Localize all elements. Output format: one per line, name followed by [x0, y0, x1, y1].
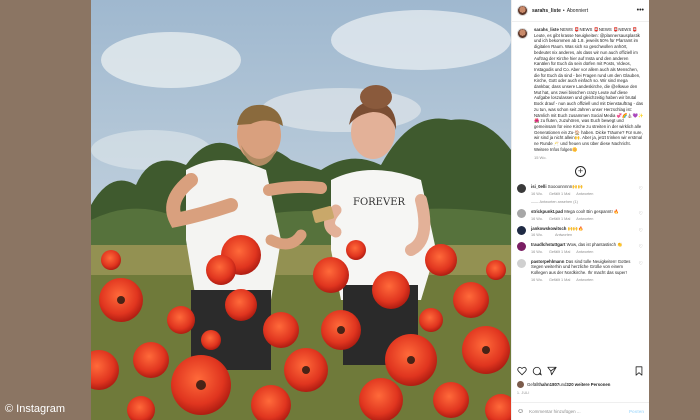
comment-time: 16 Wo.: [531, 277, 543, 282]
comment-meta: 16 Wo. Gefällt 1 Mal Antworten: [531, 250, 639, 254]
caption-text: sarahs_liste NEWS 📮NEWS 📮NEWS 📮NEWS 📮 Le…: [534, 27, 644, 152]
caption-username[interactable]: sarahs_liste: [534, 27, 559, 32]
comment-message: Soooonnnnn🙌🙌: [547, 184, 583, 190]
comment-text: pastorpehlmann Das sind tolle Neuigkeite…: [531, 259, 639, 276]
more-horizontal-icon[interactable]: •••: [637, 7, 644, 14]
comment-body: pastorpehlmann Das sind tolle Neuigkeite…: [531, 259, 639, 282]
comment-item: isi_0elli Soooonnnnn🙌🙌 16 Wo. Gefällt 1 Ma…: [517, 184, 644, 196]
comment-text: isi_0elli Soooonnnnn🙌🙌: [531, 184, 639, 190]
comment-text: traudlchstuttgart Wow, das ist phantasti…: [531, 242, 639, 248]
comment-time: 16 Wo.: [531, 249, 543, 254]
comment-message: Wow, das ist phantastisch 👏: [566, 242, 623, 248]
comment-time: 16 Wo.: [531, 216, 543, 221]
comment-item: traudlchstuttgart Wow, das ist phantasti…: [517, 242, 644, 254]
comment-meta: 16 Wo. Gefällt 1 Mal Antworten: [531, 192, 639, 196]
comment-avatar[interactable]: [517, 209, 526, 219]
caption-body: NEWS 📮NEWS 📮NEWS 📮NEWS 📮 Leute, es gibt …: [534, 27, 644, 152]
instagram-credit: © Instagram: [5, 403, 66, 415]
comment-input[interactable]: [529, 409, 620, 414]
comment-list: isi_0elli Soooonnnnn🙌🙌 16 Wo. Gefällt 1 Ma…: [517, 184, 644, 282]
comment-meta: 16 Wo. Gefällt 1 Mal Antworten: [531, 217, 639, 221]
instagram-post-window: FOREVER sarahs_liste • Abonniert ••• sar…: [91, 0, 649, 420]
comment-reply-button[interactable]: Antworten: [576, 192, 593, 196]
paper-plane-icon[interactable]: [547, 366, 557, 376]
comment-reply-button[interactable]: Antworten: [576, 217, 593, 221]
comment-avatar[interactable]: [517, 225, 526, 235]
post-photo[interactable]: FOREVER: [91, 0, 511, 420]
comment-icon[interactable]: [532, 366, 542, 376]
comment-heart-icon[interactable]: ♡: [639, 211, 643, 217]
follow-status[interactable]: Abonniert: [567, 8, 588, 14]
comment-avatar[interactable]: [517, 184, 526, 194]
comment-username[interactable]: isi_0elli: [531, 184, 547, 189]
post-photo-image: FOREVER: [91, 0, 511, 420]
comment-time: 16 Wo.: [531, 233, 543, 238]
comment-item: jankowskowitsch 🙌🙌🔥 16 Wo. Antworten ♡: [517, 225, 644, 238]
comment-reply-button[interactable]: Antworten: [576, 278, 593, 282]
likes-prefix: Gefällt: [527, 382, 540, 387]
comment-likes[interactable]: Gefällt 1 Mal: [549, 192, 570, 196]
caption: sarahs_liste NEWS 📮NEWS 📮NEWS 📮NEWS 📮 Le…: [517, 27, 644, 152]
comment-meta: 16 Wo. Gefällt 1 Mal Antworten: [531, 278, 639, 282]
comment-item: strickpunkt.pad Mega cool! Bin gespannt!…: [517, 209, 644, 221]
likes-middle: und: [559, 382, 567, 387]
avatar[interactable]: [517, 5, 528, 16]
comment-body: strickpunkt.pad Mega cool! Bin gespannt!…: [531, 209, 639, 221]
smiley-icon[interactable]: ☺: [517, 408, 524, 415]
header-username[interactable]: sarahs_liste: [532, 8, 561, 14]
comment-likes[interactable]: Gefällt 1 Mal: [549, 278, 570, 282]
comment-avatar[interactable]: [517, 258, 526, 268]
comment-username[interactable]: jankowskowitsch: [531, 226, 566, 231]
comment-reply-button[interactable]: Antworten: [555, 233, 572, 237]
comment-body: jankowskowitsch 🙌🙌🔥 16 Wo. Antworten: [531, 226, 639, 238]
post-button[interactable]: Posten: [629, 409, 644, 414]
likes-user[interactable]: hahn1807: [539, 382, 559, 387]
post-date: 1. JULI: [517, 391, 530, 395]
comment-heart-icon[interactable]: ♡: [639, 261, 643, 267]
comment-text: strickpunkt.pad Mega cool! Bin gespannt!…: [531, 209, 639, 215]
likes-line: Gefällt hahn1807 und 320 weitere Persone…: [517, 381, 644, 388]
view-replies-link[interactable]: —— Antworten ansehen (1): [531, 200, 644, 204]
comment-heart-icon[interactable]: ♡: [639, 228, 643, 234]
view-replies-label[interactable]: Antworten ansehen (1): [539, 200, 577, 204]
comment-time: 16 Wo.: [531, 192, 543, 197]
comment-username[interactable]: traudlchstuttgart: [531, 242, 565, 247]
comment-item: pastorpehlmann Das sind tolle Neuigkeite…: [517, 258, 644, 282]
comment-meta: 16 Wo. Antworten: [531, 233, 639, 237]
comment-username[interactable]: pastorpehlmann: [531, 259, 564, 264]
caption-time: 15 Wo.: [534, 155, 547, 161]
comment-reply-button[interactable]: Antworten: [576, 250, 593, 254]
comment-heart-icon[interactable]: ♡: [639, 186, 643, 192]
liker-avatar[interactable]: [517, 381, 524, 388]
comment-message: 🙌🙌🔥: [567, 225, 584, 231]
comment-body: isi_0elli Soooonnnnn🙌🙌 16 Wo. Gefällt 1 Ma…: [531, 184, 639, 196]
heart-icon[interactable]: [517, 366, 527, 376]
plus-circle-icon[interactable]: +: [575, 166, 586, 178]
comment-heart-icon[interactable]: ♡: [639, 244, 643, 250]
comment-text: jankowskowitsch 🙌🙌🔥: [531, 226, 639, 232]
comments-scroll-area[interactable]: sarahs_liste NEWS 📮NEWS 📮NEWS 📮NEWS 📮 Le…: [512, 22, 649, 362]
action-bar: [517, 366, 644, 376]
add-comment-bar: ☺ Posten: [512, 402, 649, 420]
comment-likes[interactable]: Gefällt 1 Mal: [549, 250, 570, 254]
comment-likes[interactable]: Gefällt 1 Mal: [549, 217, 570, 221]
post-side-panel: sarahs_liste • Abonniert ••• sarahs_list…: [511, 0, 649, 420]
caption-avatar[interactable]: [517, 28, 528, 39]
comment-username[interactable]: strickpunkt.pad: [531, 209, 563, 214]
separator-dot: •: [562, 7, 565, 14]
comment-body: traudlchstuttgart Wow, das ist phantasti…: [531, 242, 639, 254]
bookmark-icon[interactable]: [634, 366, 644, 376]
comment-message: Mega cool! Bin gespannt! 🔥: [564, 209, 620, 215]
likes-rest[interactable]: 320 weitere Personen: [566, 382, 610, 387]
post-header: sarahs_liste • Abonniert •••: [512, 0, 649, 22]
svg-text:FOREVER: FOREVER: [353, 197, 405, 208]
comment-avatar[interactable]: [517, 242, 526, 252]
